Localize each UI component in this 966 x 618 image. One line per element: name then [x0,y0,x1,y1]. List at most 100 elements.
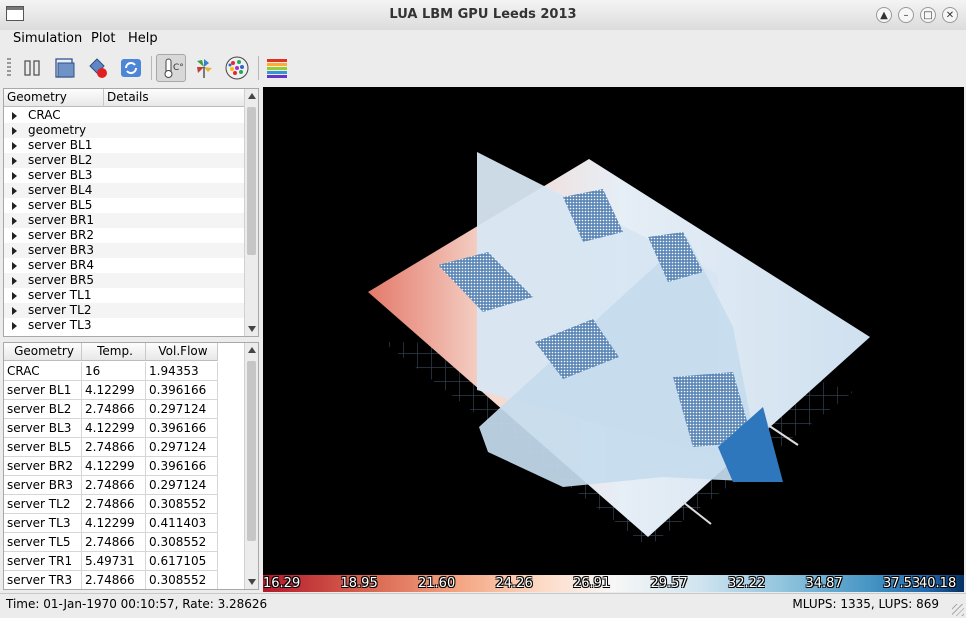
expand-arrow-icon[interactable] [12,277,17,285]
table-cell: 0.308552 [146,533,218,552]
expand-arrow-icon[interactable] [12,247,17,255]
open-file-icon[interactable] [50,54,80,82]
resize-grip[interactable] [952,604,964,616]
table-row[interactable]: server TR3 2.74866 0.308552 [4,571,218,589]
expand-arrow-icon[interactable] [12,307,17,315]
particles-icon[interactable] [222,54,252,82]
table-row[interactable]: server TL2 2.74866 0.308552 [4,495,218,514]
table-row[interactable]: server BL5 2.74866 0.297124 [4,438,218,457]
legend-tick-label: 16.29 [263,576,301,591]
expand-arrow-icon[interactable] [12,292,17,300]
tree-item[interactable]: server TL1 [4,288,244,303]
expand-arrow-icon[interactable] [12,142,17,150]
legend-tick-label: 40.18 [919,576,957,591]
tree-item[interactable]: server BL3 [4,168,244,183]
toolbar-separator [151,56,152,80]
tree-item[interactable]: server BR5 [4,273,244,288]
tree-item-label: geometry [28,123,87,137]
legend-tick-label: 26.91 [573,576,611,591]
geometry-tree[interactable]: Geometry Details CRAC geometry server BL1 s… [3,88,259,337]
table-row[interactable]: server TR1 5.49731 0.617105 [4,552,218,571]
table-row[interactable]: server TL5 2.74866 0.308552 [4,533,218,552]
scroll-up-arrow[interactable] [248,347,256,353]
table-row[interactable]: server BL2 2.74866 0.297124 [4,400,218,419]
table-cell: 0.396166 [146,457,218,476]
table-row[interactable]: server BR2 4.12299 0.396166 [4,457,218,476]
table-cell: 2.74866 [82,438,146,457]
menu-help[interactable]: Help [128,31,158,46]
scroll-thumb[interactable] [247,107,256,255]
tree-item[interactable]: server BR2 [4,228,244,243]
maximize-button[interactable]: □ [920,7,936,23]
scroll-thumb[interactable] [247,361,256,541]
tree-item[interactable]: server TL3 [4,318,244,333]
tree-item-label: server BL5 [28,198,93,212]
minimize-button[interactable]: – [898,7,914,23]
scroll-up-arrow[interactable] [248,93,256,99]
tree-item[interactable]: server BL2 [4,153,244,168]
table-cell: server TL2 [4,495,82,514]
scroll-down-arrow[interactable] [248,579,256,585]
table-cell: server TL5 [4,533,82,552]
menu-plot[interactable]: Plot [91,31,116,46]
table-row[interactable]: server BR3 2.74866 0.297124 [4,476,218,495]
menu-simulation[interactable]: Simulation [13,31,82,46]
expand-arrow-icon[interactable] [12,232,17,240]
toolbar-grip[interactable] [7,58,11,78]
table-cell: server BR2 [4,457,82,476]
expand-arrow-icon[interactable] [12,127,17,135]
toolbar-separator [258,56,259,80]
table-cell: server BL5 [4,438,82,457]
tree-item[interactable]: server BL4 [4,183,244,198]
tree-item[interactable]: CRAC [4,108,244,123]
table-row[interactable]: server BL3 4.12299 0.396166 [4,419,218,438]
tree-item[interactable]: server BL5 [4,198,244,213]
table-row[interactable]: server BL1 4.12299 0.396166 [4,381,218,400]
shade-button[interactable]: ▲ [876,7,892,23]
tree-header-geometry[interactable]: Geometry [4,89,104,107]
fan-icon[interactable] [189,54,219,82]
tree-header-details[interactable]: Details [104,89,245,107]
col-header-geometry[interactable]: Geometry [4,343,82,361]
expand-arrow-icon[interactable] [12,112,17,120]
tree-item[interactable]: server BR1 [4,213,244,228]
table-cell: 0.308552 [146,571,218,589]
expand-arrow-icon[interactable] [12,157,17,165]
expand-arrow-icon[interactable] [12,262,17,270]
expand-arrow-icon[interactable] [12,217,17,225]
table-cell: server TL3 [4,514,82,533]
geometry-table[interactable]: Geometry Temp. Vol.Flow CRAC 16 1.94353 ser… [3,342,259,590]
simulation-viewport[interactable] [263,87,964,575]
tree-item[interactable]: server TL2 [4,303,244,318]
tree-scrollbar[interactable] [244,89,258,336]
color-legend-bar: 16.29 18.95 21.60 24.26 26.91 29.57 32.22 34.87… [263,575,964,592]
record-icon[interactable] [83,54,113,82]
table-cell: 4.12299 [82,419,146,438]
table-row[interactable]: server TL3 4.12299 0.411403 [4,514,218,533]
temperature-icon[interactable]: C° [156,54,186,82]
refresh-icon[interactable] [116,54,146,82]
tree-item[interactable]: server BR4 [4,258,244,273]
legend-tick-label: 32.22 [728,576,766,591]
expand-arrow-icon[interactable] [12,172,17,180]
table-cell: server BL3 [4,419,82,438]
tree-item[interactable]: geometry [4,123,244,138]
expand-arrow-icon[interactable] [12,322,17,330]
col-header-temp[interactable]: Temp. [82,343,146,361]
tree-item-label: server BR3 [28,243,95,257]
table-row[interactable]: CRAC 16 1.94353 [4,362,218,381]
table-scrollbar[interactable] [244,343,258,589]
col-header-volflow[interactable]: Vol.Flow [146,343,218,361]
legend-tick-label: 18.95 [340,576,378,591]
tree-item[interactable]: server BR3 [4,243,244,258]
pause-icon[interactable] [17,54,47,82]
scroll-down-arrow[interactable] [248,326,256,332]
window-title: LUA LBM GPU Leeds 2013 [389,7,577,22]
colormap-icon[interactable] [262,54,292,82]
tree-item[interactable]: server BL1 [4,138,244,153]
close-button[interactable]: ✕ [942,7,958,23]
tree-item-label: server BL2 [28,153,93,167]
expand-arrow-icon[interactable] [12,187,17,195]
table-header: Geometry Temp. Vol.Flow [4,343,218,361]
expand-arrow-icon[interactable] [12,202,17,210]
